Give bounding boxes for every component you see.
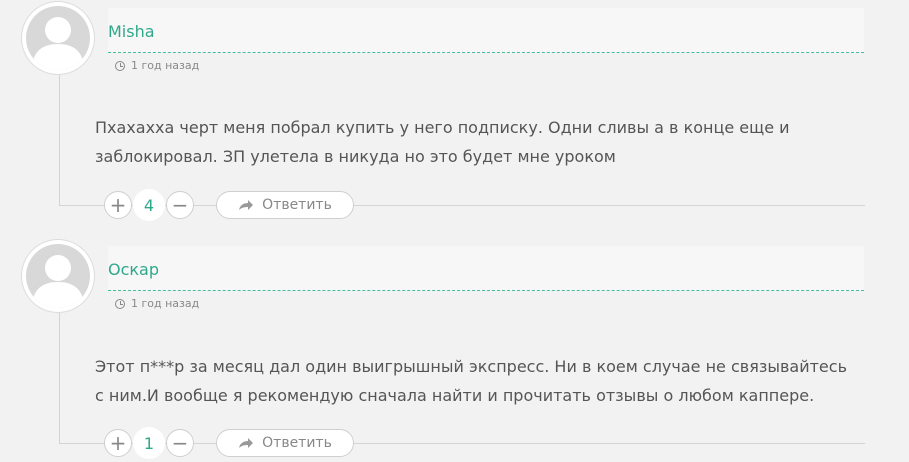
vote-count: 1 [133, 427, 165, 459]
comment-actions: + 1 − Ответить [104, 427, 354, 459]
comment-actions: + 4 − Ответить [104, 189, 354, 221]
reply-label: Ответить [262, 435, 332, 451]
minus-icon: − [171, 431, 189, 455]
comment-header: Оскар [108, 246, 864, 291]
upvote-button[interactable]: + [104, 191, 132, 219]
reply-arrow-icon [239, 200, 254, 210]
downvote-button[interactable]: − [166, 191, 194, 219]
reply-button[interactable]: Ответить [216, 429, 354, 457]
comment-time[interactable]: 1 год назад [131, 59, 199, 72]
author-name[interactable]: Misha [108, 22, 155, 41]
reply-button[interactable]: Ответить [216, 191, 354, 219]
plus-icon: + [109, 431, 127, 455]
comment-meta: 1 год назад [115, 297, 199, 310]
plus-icon: + [109, 193, 127, 217]
user-placeholder-icon [26, 244, 90, 308]
downvote-button[interactable]: − [166, 429, 194, 457]
avatar[interactable] [22, 240, 94, 312]
comment-text: Этот п***р за месяц дал один выигрышный … [95, 357, 847, 405]
upvote-button[interactable]: + [104, 429, 132, 457]
clock-icon [115, 298, 125, 309]
author-name[interactable]: Оскар [108, 260, 159, 279]
clock-icon [115, 60, 125, 71]
minus-icon: − [171, 193, 189, 217]
vote-count: 4 [133, 189, 165, 221]
reply-arrow-icon [239, 438, 254, 448]
reply-label: Ответить [262, 197, 332, 213]
comment-header: Misha [108, 8, 864, 53]
avatar[interactable] [22, 2, 94, 74]
comment-meta: 1 год назад [115, 59, 199, 72]
comment-text: Пхахахха черт меня побрал купить у него … [95, 118, 790, 166]
comment-time[interactable]: 1 год назад [131, 297, 199, 310]
user-placeholder-icon [26, 6, 90, 70]
